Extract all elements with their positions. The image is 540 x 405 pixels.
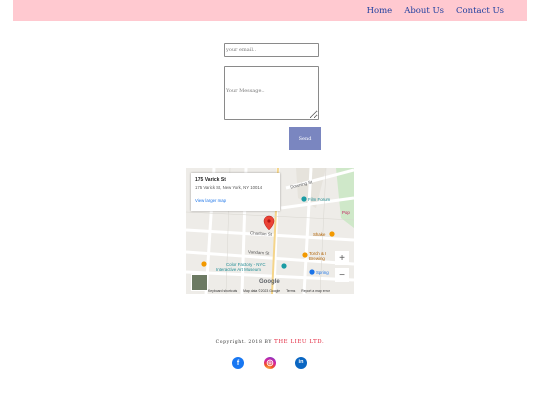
nav-link-contact-us[interactable]: Contact Us — [456, 6, 504, 16]
map-label-shake: Shake — [313, 232, 326, 237]
view-larger-map-link[interactable]: View larger map — [195, 198, 226, 203]
linkedin-icon[interactable]: in — [295, 357, 307, 369]
zoom-in-button[interactable]: + — [335, 251, 349, 265]
map-data-text: Map data ©2023 Google — [243, 289, 281, 293]
instagram-icon[interactable]: ◎ — [264, 357, 276, 369]
facebook-icon[interactable]: f — [232, 357, 244, 369]
map-label-pop: Pop — [342, 210, 350, 215]
linkedin-glyph: in — [298, 359, 304, 366]
place-address: 175 Varick St, New York, NY 10014 — [195, 185, 263, 190]
report-error-link[interactable]: Report a map error — [301, 289, 330, 293]
keyboard-shortcuts-link[interactable]: Keyboard shortcuts — [208, 289, 237, 293]
copyright-prefix: Copyright. 2018 BY — [215, 340, 273, 345]
place-info-card: 175 Varick St 175 Varick St, New York, N… — [191, 173, 280, 211]
place-title: 175 Varick St — [195, 177, 226, 183]
nav-link-home[interactable]: Home — [367, 6, 393, 16]
zoom-out-button[interactable]: − — [335, 268, 349, 282]
terms-link[interactable]: Terms — [286, 289, 295, 293]
send-button[interactable]: Send — [289, 127, 321, 150]
map-footer: Keyboard shortcuts Map data ©2023 Google… — [208, 289, 335, 293]
copyright-text: Copyright. 2018 BY THE LIEU LTD. — [0, 339, 540, 345]
brand-link[interactable]: THE LIEU LTD. — [274, 339, 324, 345]
nav-link-about-us[interactable]: About Us — [404, 6, 444, 16]
map-embed[interactable]: 175 Varick St 175 Varick St, New York, N… — [186, 168, 354, 294]
google-logo: Google — [259, 279, 280, 285]
map-label-spring: Spring — [316, 270, 329, 275]
map-label-film-forum: Film Forum — [308, 197, 331, 202]
map-layer-thumbnail[interactable] — [191, 274, 208, 291]
instagram-glyph: ◎ — [266, 358, 274, 367]
facebook-glyph: f — [236, 359, 240, 367]
map-label-color-factory-2: Interactive Art Museum — [216, 267, 261, 272]
nav-links: Home About Us Contact Us — [367, 6, 504, 16]
message-field[interactable] — [224, 66, 319, 120]
navbar: Home About Us Contact Us — [13, 0, 527, 21]
email-field[interactable] — [224, 43, 319, 57]
map-label-brewing: Brewing — [309, 256, 325, 261]
